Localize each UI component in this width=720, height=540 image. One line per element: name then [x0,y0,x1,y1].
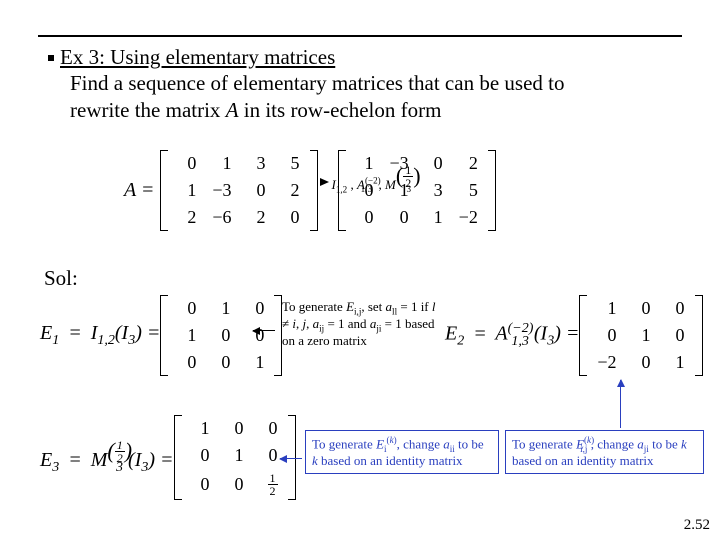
note-Eijk: To generate E(k)i,j , change aji to be k… [505,430,704,474]
E2-lhs: E2 = A(−2)1,3 (I3) = [445,321,579,350]
E3-equation: E3 = M(12)3 (I3) = 100 010 0012 [40,415,296,500]
note2-arrow-icon [280,458,302,459]
note1-arrow-icon [253,330,275,331]
E3-matrix: 100 010 0012 [174,415,296,500]
top-rule [38,35,682,37]
matrix-A-equation: A = 01351−3022−620 I1,2 , A(−2)1,3 , M(1… [124,150,496,231]
E1-matrix: 010100001 [160,295,282,376]
sol-label: Sol: [44,266,78,291]
matrix-A: 01351−3022−620 [160,150,317,231]
note3-arrow-icon [620,380,621,428]
note-Eij: To generate Ei,j, set all = 1 if l ≠ i, … [276,296,443,353]
heading-block: Ex 3: Using elementary matrices Find a s… [48,44,678,123]
E2-equation: E2 = A(−2)1,3 (I3) = 100010−201 [445,295,703,376]
A-label: A = [124,179,154,202]
E1-equation: E1 = I1,2(I3) = 010100001 [40,295,282,376]
heading-line2a: Find a sequence of elementary matrices t… [48,70,678,96]
note-Eik: To generate Ei(k), change aii to be k ba… [305,430,499,474]
slide-number: 2.52 [684,517,710,534]
E2-matrix: 100010−201 [579,295,702,376]
E1-lhs: E1 = I1,2(I3) = [40,322,160,349]
heading-line2b: rewrite the matrix A in its row-echelon … [48,97,678,123]
E3-lhs: E3 = M(12)3 (I3) = [40,439,174,476]
bullet-icon [48,55,54,61]
heading-title: Ex 3: Using elementary matrices [60,45,335,69]
